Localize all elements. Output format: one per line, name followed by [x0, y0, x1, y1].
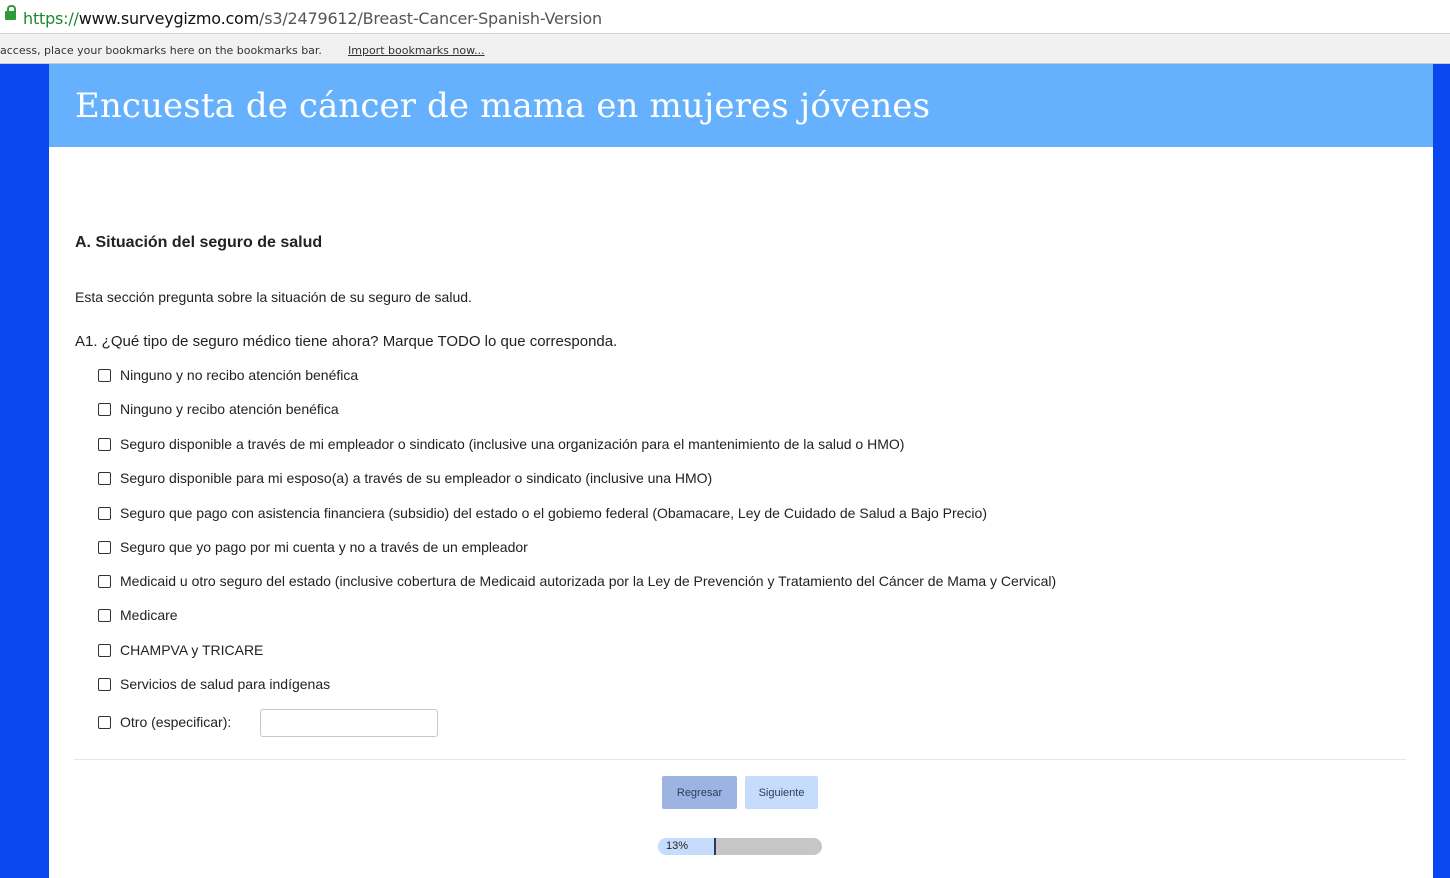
option-champva[interactable]: CHAMPVA y TRICARE [98, 640, 263, 660]
section-description: Esta sección pregunta sobre la situación… [75, 289, 472, 305]
option-medicaid[interactable]: Medicaid u otro seguro del estado (inclu… [98, 571, 1056, 591]
checkbox[interactable] [98, 540, 111, 554]
option-label: Seguro que yo pago por mi cuenta y no a … [120, 539, 528, 555]
survey-panel: Encuesta de cáncer de mama en mujeres jó… [49, 64, 1433, 878]
option-cuenta-propia[interactable]: Seguro que yo pago por mi cuenta y no a … [98, 537, 528, 557]
option-ninguno-no-benefica[interactable]: Ninguno y no recibo atención benéfica [98, 365, 358, 385]
bookmarks-message: access, place your bookmarks here on the… [0, 44, 322, 57]
bookmarks-bar: access, place your bookmarks here on the… [0, 34, 1450, 64]
other-specify-input[interactable] [260, 709, 438, 737]
lock-icon [5, 5, 16, 20]
checkbox[interactable] [98, 471, 111, 485]
checkbox[interactable] [98, 715, 111, 729]
next-button[interactable]: Siguiente [745, 776, 818, 809]
option-indigenas[interactable]: Servicios de salud para indígenas [98, 674, 330, 694]
checkbox[interactable] [98, 677, 111, 691]
checkbox[interactable] [98, 368, 111, 382]
url-scheme: https:// [23, 9, 79, 28]
checkbox[interactable] [98, 506, 111, 520]
option-empleador[interactable]: Seguro disponible a través de mi emplead… [98, 434, 904, 454]
option-label: Seguro disponible para mi esposo(a) a tr… [120, 470, 713, 486]
url-text[interactable]: https://www.surveygizmo.com/s3/2479612/B… [23, 9, 602, 28]
option-esposo[interactable]: Seguro disponible para mi esposo(a) a tr… [98, 468, 712, 488]
option-label: Ninguno y recibo atención benéfica [120, 401, 339, 417]
progress-bar: 13% [658, 838, 822, 855]
divider [74, 759, 1406, 760]
address-bar[interactable]: https://www.surveygizmo.com/s3/2479612/B… [0, 0, 1450, 34]
option-label: Seguro que pago con asistencia financier… [120, 505, 987, 521]
option-medicare[interactable]: Medicare [98, 605, 178, 625]
checkbox[interactable] [98, 643, 111, 657]
checkbox[interactable] [98, 402, 111, 416]
option-subsidio[interactable]: Seguro que pago con asistencia financier… [98, 503, 987, 523]
progress-label: 13% [666, 840, 689, 852]
url-host: www.surveygizmo.com [78, 9, 260, 28]
import-bookmarks-link[interactable]: Import bookmarks now... [348, 44, 485, 57]
option-ninguno-benefica[interactable]: Ninguno y recibo atención benéfica [98, 399, 339, 419]
question-a1: A1. ¿Qué tipo de seguro médico tiene aho… [75, 333, 618, 350]
option-label: Servicios de salud para indígenas [120, 676, 331, 692]
option-label: Seguro disponible a través de mi emplead… [120, 436, 905, 452]
option-otro[interactable]: Otro (especificar): [98, 712, 231, 732]
checkbox[interactable] [98, 574, 111, 588]
url-path: /s3/2479612/Breast-Cancer-Spanish-Versio… [259, 9, 602, 28]
option-label: Medicare [120, 607, 178, 623]
section-heading: A. Situación del seguro de salud [75, 234, 323, 251]
option-label: Medicaid u otro seguro del estado (inclu… [120, 573, 1057, 589]
option-label: Ninguno y no recibo atención benéfica [120, 367, 359, 383]
back-button[interactable]: Regresar [662, 776, 737, 809]
option-label: Otro (especificar): [120, 714, 232, 730]
survey-banner: Encuesta de cáncer de mama en mujeres jó… [49, 64, 1433, 147]
checkbox[interactable] [98, 437, 111, 451]
checkbox[interactable] [98, 608, 111, 622]
survey-title: Encuesta de cáncer de mama en mujeres jó… [75, 86, 931, 126]
option-label: CHAMPVA y TRICARE [120, 642, 264, 658]
